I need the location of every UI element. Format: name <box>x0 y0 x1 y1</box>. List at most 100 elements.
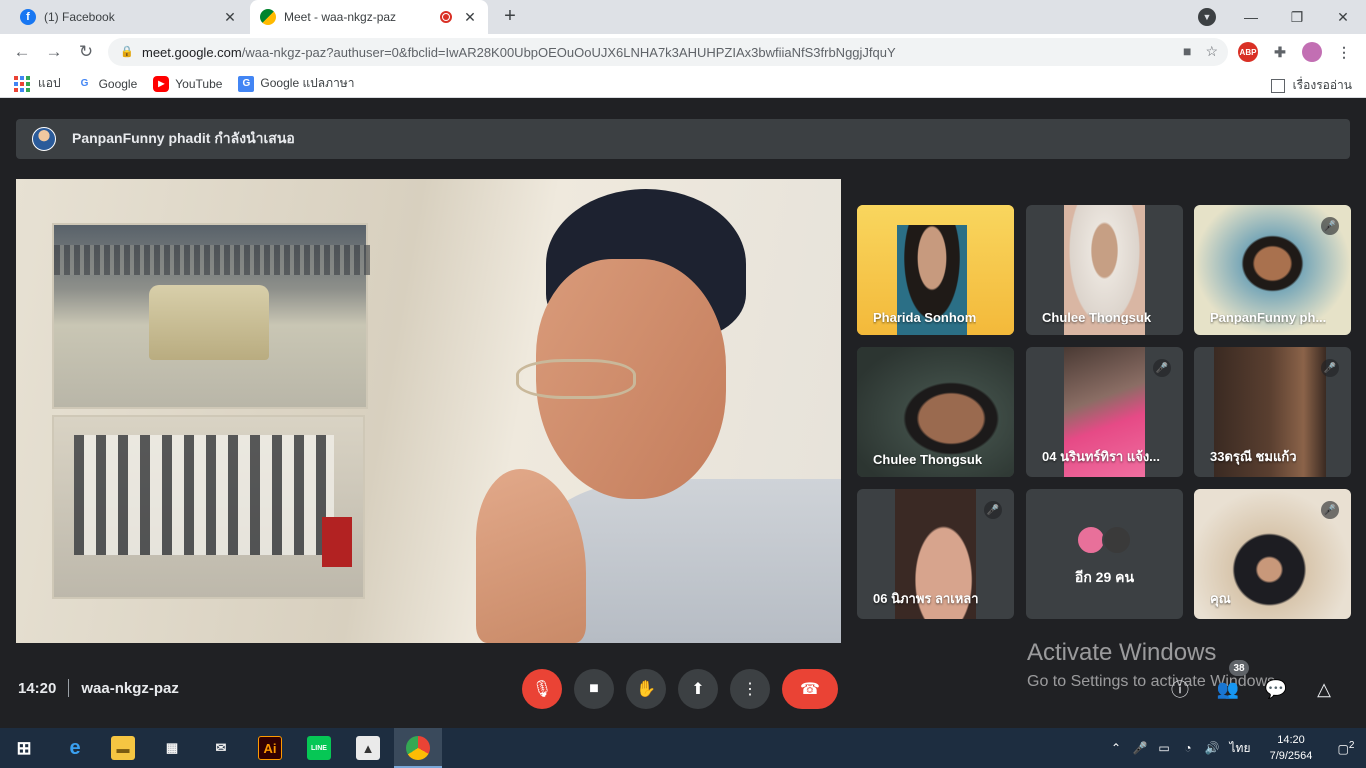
new-tab-button[interactable]: + <box>498 4 522 28</box>
bookmark-label: แอป <box>38 76 61 90</box>
browser-toolbar: ← → ↻ 🔒 meet.google.com/waa-nkgz-paz?aut… <box>0 34 1366 70</box>
tab-meet[interactable]: Meet - waa-nkgz-paz ✕ <box>250 0 488 34</box>
close-icon[interactable]: ✕ <box>462 9 478 26</box>
chat-button[interactable]: 💬 <box>1264 677 1288 701</box>
reload-button[interactable]: ↻ <box>74 40 98 64</box>
profile-avatar-icon[interactable] <box>1302 42 1322 62</box>
participant-tile[interactable]: 🎤 คุณ <box>1194 489 1351 619</box>
participant-tile[interactable]: Chulee Thongsuk <box>1026 205 1183 335</box>
meet-main: PanpanFunny phadit กำลังนำเสนอ Pharida S… <box>0 99 1366 728</box>
bookmarks-bar: แอป G Google ▶ YouTube G Google แปลภาษา … <box>0 70 1366 98</box>
edge-icon[interactable]: e <box>63 736 87 760</box>
apps-grid-icon <box>14 75 30 92</box>
more-vert-icon: ⋮ <box>742 681 758 698</box>
clock[interactable]: 14:20 7/9/2564 <box>1256 732 1326 764</box>
restore-button[interactable]: ❐ <box>1274 0 1320 34</box>
tab-facebook[interactable]: f (1) Facebook ✕ <box>8 0 248 34</box>
reading-list-label: เรื่องรออ่าน <box>1292 78 1352 92</box>
participant-tile[interactable]: 🎤 06 นิภาพร ลาเหลา <box>857 489 1014 619</box>
bookmark-label: Google <box>98 76 138 91</box>
participant-tile[interactable]: 🎤 04 นรินทร์ทิรา แจ้ง... <box>1026 347 1183 477</box>
meeting-code[interactable]: waa-nkgz-paz <box>81 680 179 697</box>
language-indicator[interactable]: ไทย <box>1224 739 1256 758</box>
activities-shapes-icon: △ <box>1317 678 1331 699</box>
file-explorer-icon[interactable]: ▬ <box>111 736 135 760</box>
facebook-icon: f <box>20 9 36 25</box>
mail-icon[interactable]: ✉ <box>209 736 233 760</box>
leave-call-button[interactable]: ☎ <box>782 669 838 709</box>
mic-muted-icon: 🎤 <box>1153 359 1171 377</box>
avatar <box>32 127 56 151</box>
historic-photo-car <box>52 223 370 409</box>
presentation-stage[interactable] <box>16 179 841 643</box>
tab-search-icon[interactable]: ▼ <box>1198 8 1216 26</box>
more-participants-tile[interactable]: อีก 29 คน <box>1026 489 1183 619</box>
bookmark-youtube[interactable]: ▶ YouTube <box>153 75 222 92</box>
microphone-icon[interactable]: 🎤 <box>1128 741 1152 755</box>
line-icon[interactable]: LINE <box>307 736 331 760</box>
mic-toggle-button[interactable]: 🎙 <box>522 669 562 709</box>
present-icon: ⬆ <box>691 681 705 698</box>
chrome-icon[interactable] <box>406 736 430 760</box>
bookmark-apps[interactable]: แอป <box>14 74 61 93</box>
extensions-puzzle-icon[interactable]: ✚ <box>1270 42 1290 62</box>
participant-name: คุณ <box>1210 591 1231 606</box>
google-meet-icon <box>260 9 276 25</box>
participant-name: 33ดรุณี ชมแก้ว <box>1210 449 1297 464</box>
taskbar-date: 7/9/2564 <box>1269 750 1313 762</box>
camera-permission-icon[interactable]: ■ <box>1183 43 1191 60</box>
battery-icon[interactable]: ▭ <box>1152 741 1176 755</box>
chevron-up-icon[interactable]: ⌃ <box>1104 741 1128 755</box>
adblock-plus-icon[interactable]: ABP <box>1238 42 1258 62</box>
info-icon: ⓘ <box>1171 680 1189 700</box>
browser-tab-strip: f (1) Facebook ✕ Meet - waa-nkgz-paz ✕ +… <box>0 0 1366 34</box>
notifications-button[interactable]: ▢2 <box>1326 740 1366 756</box>
more-options-button[interactable]: ⋮ <box>730 669 770 709</box>
window-controls: — ❐ ✕ <box>1228 0 1366 34</box>
bookmark-google-translate[interactable]: G Google แปลภาษา <box>238 74 354 93</box>
windows-start-icon[interactable]: ⊞ <box>12 736 36 760</box>
recording-indicator-icon <box>440 11 452 23</box>
mic-off-icon: 🎙 <box>531 681 553 698</box>
menu-kebab-icon[interactable]: ⋮ <box>1334 42 1354 62</box>
participant-tile[interactable]: 🎤 PanpanFunny ph... <box>1194 205 1351 335</box>
tab-title: (1) Facebook <box>44 10 115 24</box>
back-button[interactable]: ← <box>10 40 34 64</box>
participant-tile[interactable]: 🎤 33ดรุณี ชมแก้ว <box>1194 347 1351 477</box>
presenter-text: PanpanFunny phadit กำลังนำเสนอ <box>72 130 295 146</box>
meeting-time: 14:20 <box>18 679 57 697</box>
participant-tile[interactable]: Chulee Thongsuk <box>857 347 1014 477</box>
bookmark-star-icon[interactable]: ☆ <box>1205 43 1218 60</box>
wifi-icon[interactable]: ◔ <box>1176 741 1200 755</box>
photos-icon[interactable]: ▲ <box>356 736 380 760</box>
meeting-details-button[interactable]: ⓘ <box>1168 677 1192 701</box>
store-icon[interactable]: ▦ <box>160 736 184 760</box>
volume-icon[interactable]: 🔊 <box>1200 741 1224 755</box>
participant-name: 04 นรินทร์ทิรา แจ้ง... <box>1042 449 1161 464</box>
camera-toggle-button[interactable]: ■ <box>574 669 614 709</box>
url-text[interactable]: meet.google.com/waa-nkgz-paz?authuser=0&… <box>142 45 1228 60</box>
avatar-stack <box>1076 525 1132 555</box>
camera-icon: ■ <box>589 680 599 697</box>
forward-button[interactable]: → <box>42 40 66 64</box>
close-icon[interactable]: ✕ <box>222 9 238 26</box>
close-window-button[interactable]: ✕ <box>1320 0 1366 34</box>
notification-icon: ▢ <box>1337 742 1349 756</box>
participants-button[interactable]: 👥 <box>1216 677 1240 701</box>
reading-list-button[interactable]: เรื่องรออ่าน <box>1270 76 1352 95</box>
present-screen-button[interactable]: ⬆ <box>678 669 718 709</box>
participant-name: PanpanFunny ph... <box>1210 310 1327 325</box>
participant-name: 06 นิภาพร ลาเหลา <box>873 591 979 606</box>
taskbar-time: 14:20 <box>1277 734 1305 746</box>
address-bar[interactable]: 🔒 meet.google.com/waa-nkgz-paz?authuser=… <box>108 38 1228 66</box>
participant-name: Chulee Thongsuk <box>1042 310 1152 325</box>
illustrator-icon[interactable]: Ai <box>258 736 282 760</box>
url-host: meet.google.com <box>142 44 242 60</box>
minimize-button[interactable]: — <box>1228 0 1274 34</box>
activities-button[interactable]: △ <box>1312 677 1336 701</box>
participant-tile[interactable]: Pharida Sonhom <box>857 205 1014 335</box>
raise-hand-button[interactable]: ✋ <box>626 669 666 709</box>
bookmark-google[interactable]: G Google <box>77 76 138 92</box>
participant-count-badge: 38 <box>1229 660 1249 676</box>
hang-up-icon: ☎ <box>800 681 820 698</box>
